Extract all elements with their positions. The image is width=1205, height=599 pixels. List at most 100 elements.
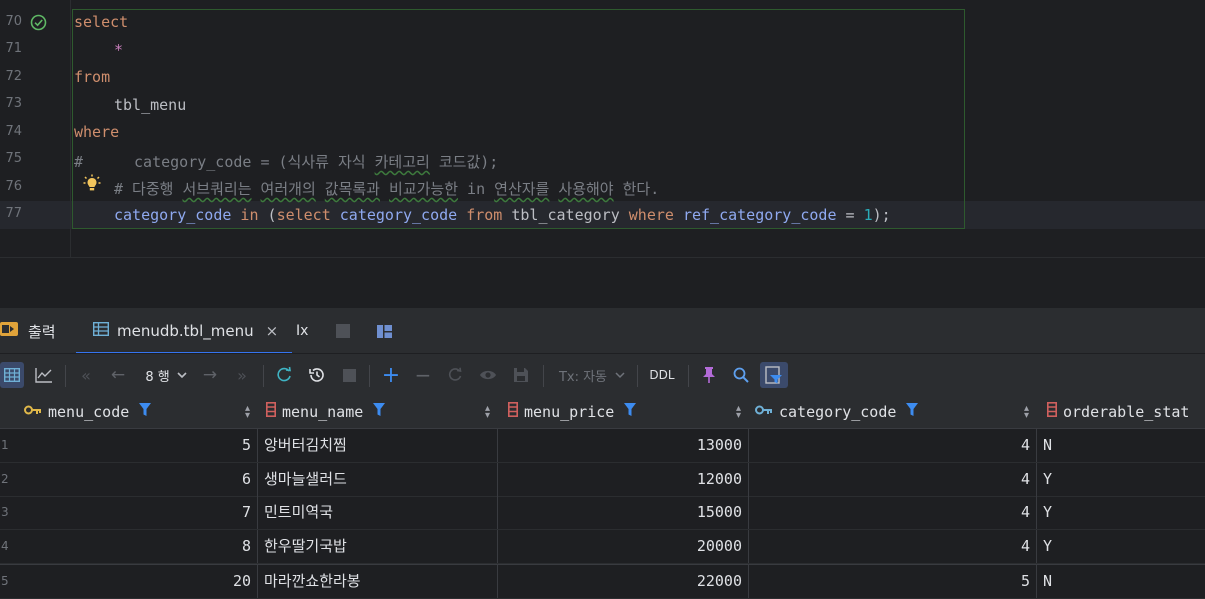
- cell-menu-name[interactable]: 앙버터김치찜: [258, 429, 498, 462]
- table-row[interactable]: 5 20 마라깐쇼한라봉 22000 5 N: [0, 564, 1205, 599]
- filter-icon[interactable]: [624, 402, 637, 421]
- close-tab-icon[interactable]: ×: [266, 322, 279, 340]
- last-page-button[interactable]: »: [232, 362, 252, 388]
- last-page-icon: »: [237, 365, 247, 385]
- cell-category-code[interactable]: 5: [749, 565, 1037, 598]
- sql-editor[interactable]: 70 71 72 73 74 75 76 77 select * from tb…: [0, 0, 1205, 257]
- tab-output[interactable]: 출력: [0, 308, 56, 354]
- cell-menu-name[interactable]: 생마늘샐러드: [258, 463, 498, 496]
- filter-toggle-button[interactable]: [760, 362, 788, 388]
- lightbulb-icon[interactable]: [82, 173, 102, 197]
- sort-icon[interactable]: ▴ ▾: [485, 404, 490, 421]
- filter-icon[interactable]: [373, 402, 386, 421]
- column-header-menu-name[interactable]: menu_name ▴ ▾: [258, 395, 499, 429]
- chart-view-button[interactable]: [33, 362, 55, 388]
- comment-text: category_code = (식사류 자식: [134, 153, 375, 171]
- panel-splitter[interactable]: [0, 257, 1205, 308]
- table-row[interactable]: 2 6 생마늘샐러드 12000 4 Y: [0, 463, 1205, 497]
- cell-menu-price[interactable]: 13000: [498, 429, 749, 462]
- line-number: 75: [5, 151, 22, 166]
- results-grid[interactable]: menu_code ▴ ▾ menu_name ▴ ▾ menu_price ▴ ▾ …: [0, 395, 1205, 599]
- comment-text: in: [458, 180, 495, 198]
- cell-menu-code[interactable]: 6: [18, 463, 258, 496]
- cell-menu-price[interactable]: 12000: [498, 463, 749, 496]
- comment-text: # 다중행: [114, 180, 183, 198]
- add-row-button[interactable]: +: [380, 362, 402, 388]
- line-number: 73: [5, 96, 22, 111]
- cell-category-code[interactable]: 4: [749, 496, 1037, 529]
- check-circle-icon[interactable]: [30, 14, 47, 35]
- code-line-74[interactable]: where: [74, 123, 119, 141]
- column-header-menu-price[interactable]: menu_price ▴ ▾: [498, 395, 750, 429]
- code-line-75[interactable]: # category_code = (식사류 자식 카테고리 코드값);: [74, 151, 498, 172]
- cell-menu-code[interactable]: 20: [18, 565, 258, 598]
- sort-icon[interactable]: ▴ ▾: [245, 404, 250, 421]
- sql-keyword: where: [628, 206, 674, 224]
- tab-ix[interactable]: Ix: [296, 308, 308, 354]
- pin-button[interactable]: [699, 362, 719, 388]
- cell-orderable-status[interactable]: Y: [1037, 463, 1205, 496]
- column-name: orderable_stat: [1063, 402, 1190, 421]
- tx-mode-dropdown[interactable]: Tx: 자동: [556, 362, 628, 388]
- cell-menu-name[interactable]: 한우딸기국밥: [258, 530, 498, 563]
- ddl-button[interactable]: DDL: [647, 362, 677, 388]
- code-line-70[interactable]: select: [74, 13, 128, 31]
- cell-menu-price[interactable]: 22000: [498, 565, 749, 598]
- comment-hash: #: [74, 153, 84, 171]
- line-number: 71: [5, 41, 22, 56]
- code-line-73[interactable]: tbl_menu: [114, 96, 186, 114]
- prev-page-button[interactable]: ←: [108, 362, 128, 388]
- cell-menu-price[interactable]: 15000: [498, 496, 749, 529]
- filter-icon[interactable]: [906, 402, 919, 421]
- stop-button[interactable]: [339, 362, 359, 388]
- cell-category-code[interactable]: 4: [749, 463, 1037, 496]
- cell-orderable-status[interactable]: N: [1037, 565, 1205, 598]
- search-button[interactable]: [731, 362, 751, 388]
- first-page-icon: «: [81, 365, 91, 385]
- cell-menu-code[interactable]: 5: [18, 429, 258, 462]
- layout-button[interactable]: [377, 308, 392, 354]
- page-size-dropdown[interactable]: 8 행: [140, 362, 192, 388]
- chevron-down-icon: [177, 371, 187, 378]
- cell-menu-name[interactable]: 마라깐쇼한라봉: [258, 565, 498, 598]
- cell-orderable-status[interactable]: Y: [1037, 530, 1205, 563]
- sql-paren: );: [872, 206, 891, 224]
- table-row[interactable]: 4 8 한우딸기국밥 20000 4 Y: [0, 530, 1205, 564]
- code-line-72[interactable]: from: [74, 68, 110, 86]
- cell-menu-name[interactable]: 민트미역국: [258, 496, 498, 529]
- sort-icon[interactable]: ▴ ▾: [736, 404, 741, 421]
- cell-category-code[interactable]: 4: [749, 429, 1037, 462]
- code-line-77[interactable]: category_code in (select category_code f…: [114, 206, 891, 224]
- cell-orderable-status[interactable]: N: [1037, 429, 1205, 462]
- cell-orderable-status[interactable]: Y: [1037, 496, 1205, 529]
- tab-menudb-tbl-menu[interactable]: menudb.tbl_menu ×: [76, 308, 293, 354]
- column-header-orderable-status[interactable]: orderable_stat: [1037, 395, 1205, 429]
- cell-menu-code[interactable]: 8: [18, 530, 258, 563]
- toolbar-separator: [543, 365, 544, 387]
- table-row[interactable]: 3 7 민트미역국 15000 4 Y: [0, 496, 1205, 530]
- filter-icon[interactable]: [139, 402, 152, 421]
- next-page-button[interactable]: →: [200, 362, 220, 388]
- refresh-button[interactable]: [273, 362, 295, 388]
- save-button[interactable]: [510, 362, 532, 388]
- column-header-menu-code[interactable]: menu_code ▴ ▾: [18, 395, 259, 429]
- sort-icon[interactable]: ▴ ▾: [1024, 404, 1029, 421]
- code-line-71[interactable]: *: [114, 41, 123, 59]
- cell-menu-price[interactable]: 20000: [498, 530, 749, 563]
- table-row[interactable]: 1 5 앙버터김치찜 13000 4 N: [0, 429, 1205, 463]
- code-line-76[interactable]: # 다중행 서브쿼리는 여러개의 값목록과 비교가능한 in 연산자를 사용해야…: [114, 178, 659, 199]
- cell-category-code[interactable]: 4: [749, 530, 1037, 563]
- history-button[interactable]: [306, 362, 328, 388]
- view-button[interactable]: [477, 362, 499, 388]
- save-icon: [514, 368, 528, 382]
- grid-view-button[interactable]: [0, 362, 24, 388]
- revert-button[interactable]: [444, 362, 466, 388]
- toolbar-separator: [65, 365, 66, 387]
- column-header-category-code[interactable]: category_code ▴ ▾: [749, 395, 1038, 429]
- stop-tab-button[interactable]: [336, 308, 350, 354]
- toolbar-separator: [369, 365, 370, 387]
- line-number: 70: [5, 14, 22, 29]
- first-page-button[interactable]: «: [76, 362, 96, 388]
- remove-row-button[interactable]: −: [412, 362, 434, 388]
- cell-menu-code[interactable]: 7: [18, 496, 258, 529]
